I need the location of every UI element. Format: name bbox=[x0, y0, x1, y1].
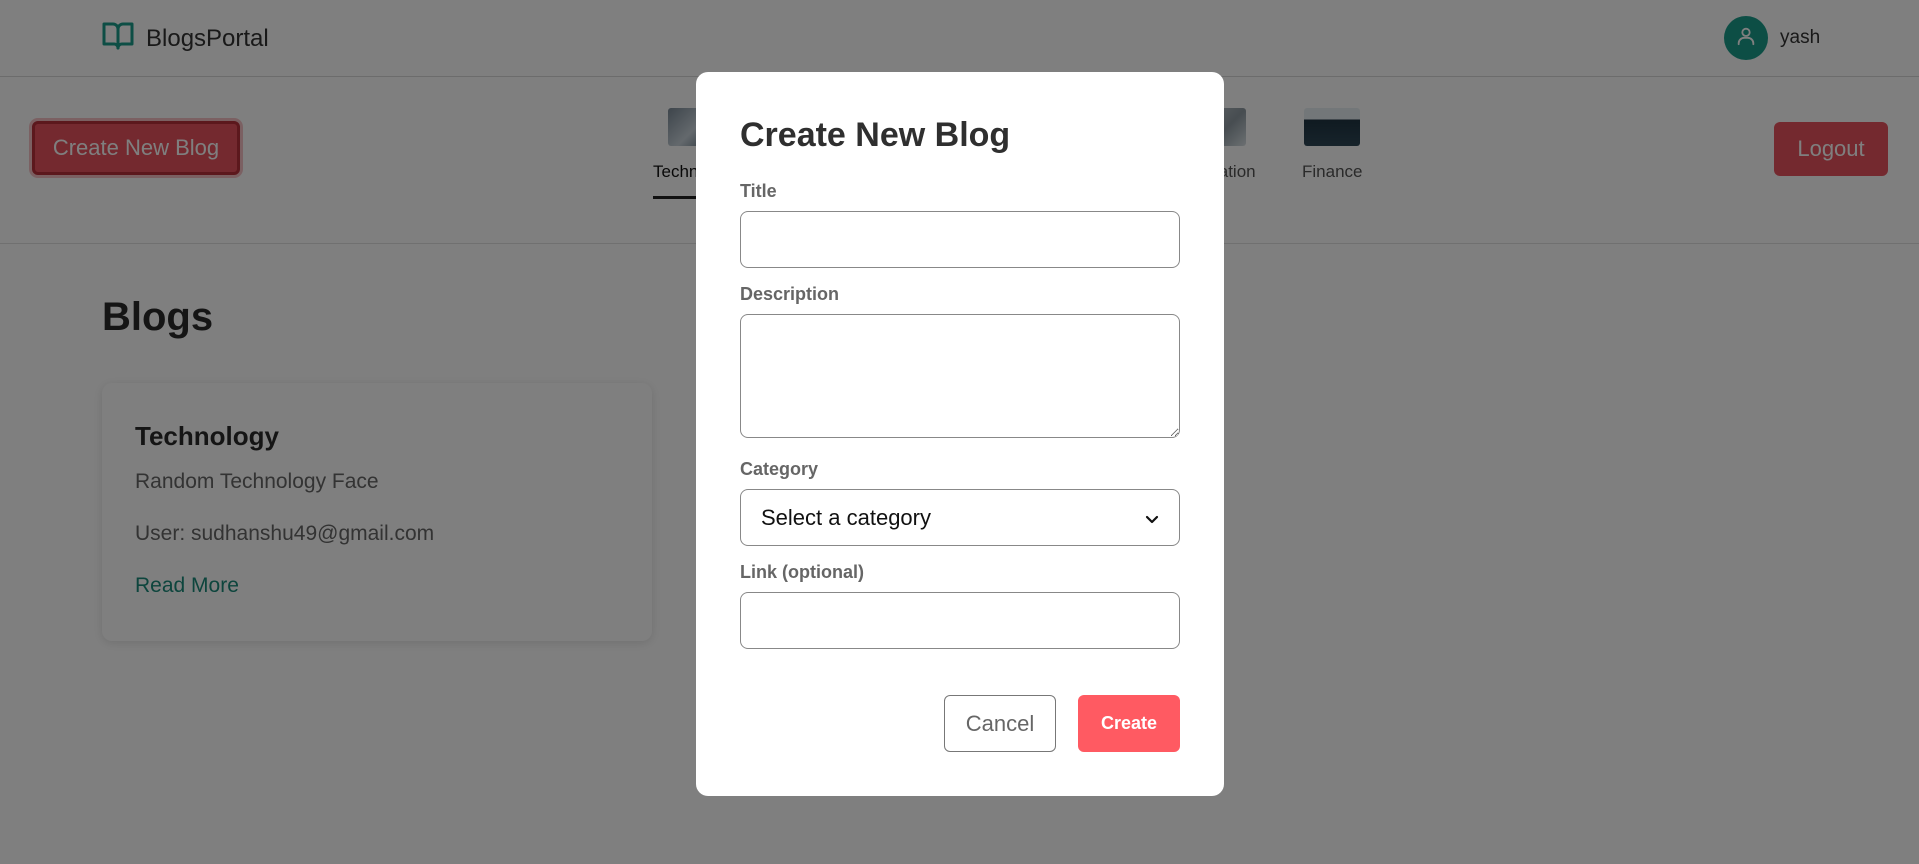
title-input[interactable] bbox=[740, 211, 1180, 268]
modal-title: Create New Blog bbox=[740, 116, 1011, 154]
cancel-button[interactable]: Cancel bbox=[944, 695, 1056, 752]
category-selected-value: Select a category bbox=[761, 504, 931, 530]
create-button[interactable]: Create bbox=[1078, 695, 1180, 752]
modal-actions: Cancel Create bbox=[944, 695, 1180, 752]
description-textarea[interactable] bbox=[740, 314, 1180, 438]
create-blog-modal: Create New Blog Title Description Catego… bbox=[696, 72, 1224, 796]
link-label: Link (optional) bbox=[740, 562, 864, 582]
title-label: Title bbox=[740, 181, 777, 201]
chevron-down-icon bbox=[1145, 505, 1159, 531]
description-label: Description bbox=[740, 284, 840, 304]
category-select[interactable]: Select a category bbox=[740, 489, 1180, 546]
link-input[interactable] bbox=[740, 592, 1180, 649]
category-label: Category bbox=[740, 459, 819, 479]
